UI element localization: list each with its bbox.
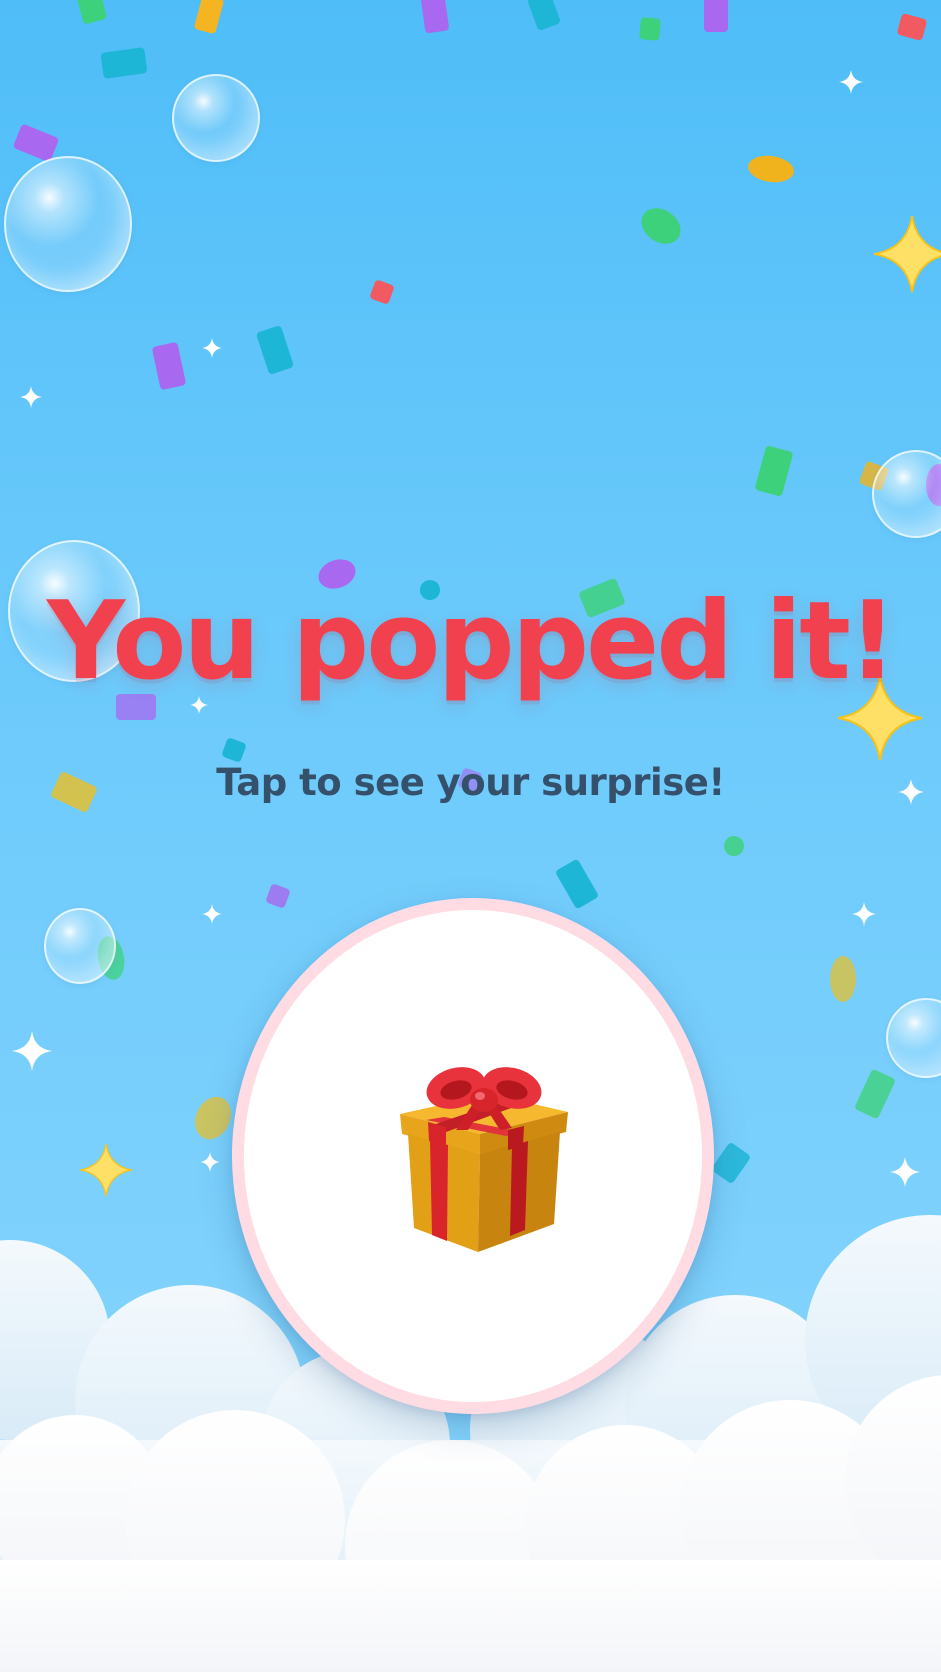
celebration-screen: You popped it! Tap to see your surprise! [0,0,941,1672]
gift-reveal-button[interactable] [232,898,714,1414]
subtitle-prompt: Tap to see your surprise! [216,761,725,804]
cloud-bank [0,1215,941,1672]
page-title: You popped it! [46,579,897,704]
gift-icon [400,1067,568,1252]
